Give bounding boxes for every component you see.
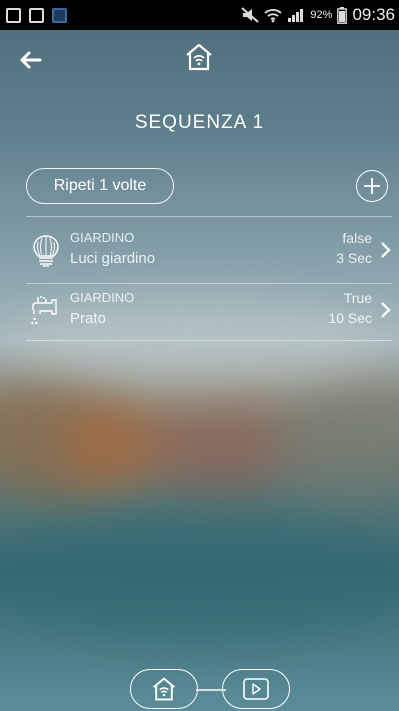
chevron-right-icon	[381, 302, 391, 318]
wifi-icon	[264, 9, 283, 23]
status-bar: 92% 09:36	[0, 0, 399, 30]
home-nav-button[interactable]	[130, 669, 198, 709]
battery-percent: 92%	[310, 9, 333, 21]
page-title: SEQUENZA 1	[134, 112, 265, 133]
step-zone: GIARDINO	[70, 230, 135, 245]
list-item[interactable]: GIARDINO Luci giardino false 3 Sec	[26, 224, 392, 278]
list-divider	[26, 216, 392, 217]
step-name: Prato	[70, 310, 106, 327]
clock: 09:36	[352, 5, 395, 24]
plus-icon	[363, 177, 380, 194]
s-app-icon	[29, 7, 44, 23]
repeat-button[interactable]: Ripeti 1 volte	[26, 168, 174, 204]
mute-icon	[241, 7, 260, 23]
battery-icon	[337, 6, 348, 24]
add-step-button[interactable]	[356, 170, 388, 202]
repeat-label: Ripeti 1 volte	[53, 177, 147, 194]
play-icon	[243, 678, 269, 700]
sprinkler-tap-icon	[31, 296, 57, 325]
step-duration: 10 Sec	[328, 310, 372, 326]
back-arrow-icon[interactable]	[18, 50, 42, 70]
list-divider	[26, 340, 392, 341]
play-nav-button[interactable]	[222, 669, 290, 709]
chevron-right-icon	[381, 242, 391, 258]
signal-icon	[288, 9, 304, 22]
lightbulb-icon	[33, 235, 59, 267]
list-item[interactable]: GIARDINO Prato True 10 Sec	[26, 284, 392, 338]
step-value: True	[343, 290, 372, 306]
step-value: false	[342, 230, 372, 246]
step-duration: 3 Sec	[336, 250, 372, 266]
step-zone: GIARDINO	[70, 290, 135, 305]
step-name: Luci giardino	[70, 250, 156, 267]
home-wifi-icon[interactable]	[184, 42, 214, 72]
camera-app-icon	[52, 7, 67, 23]
home-wifi-icon	[152, 677, 176, 701]
blurred-background	[0, 0, 399, 711]
image-icon	[6, 7, 21, 23]
